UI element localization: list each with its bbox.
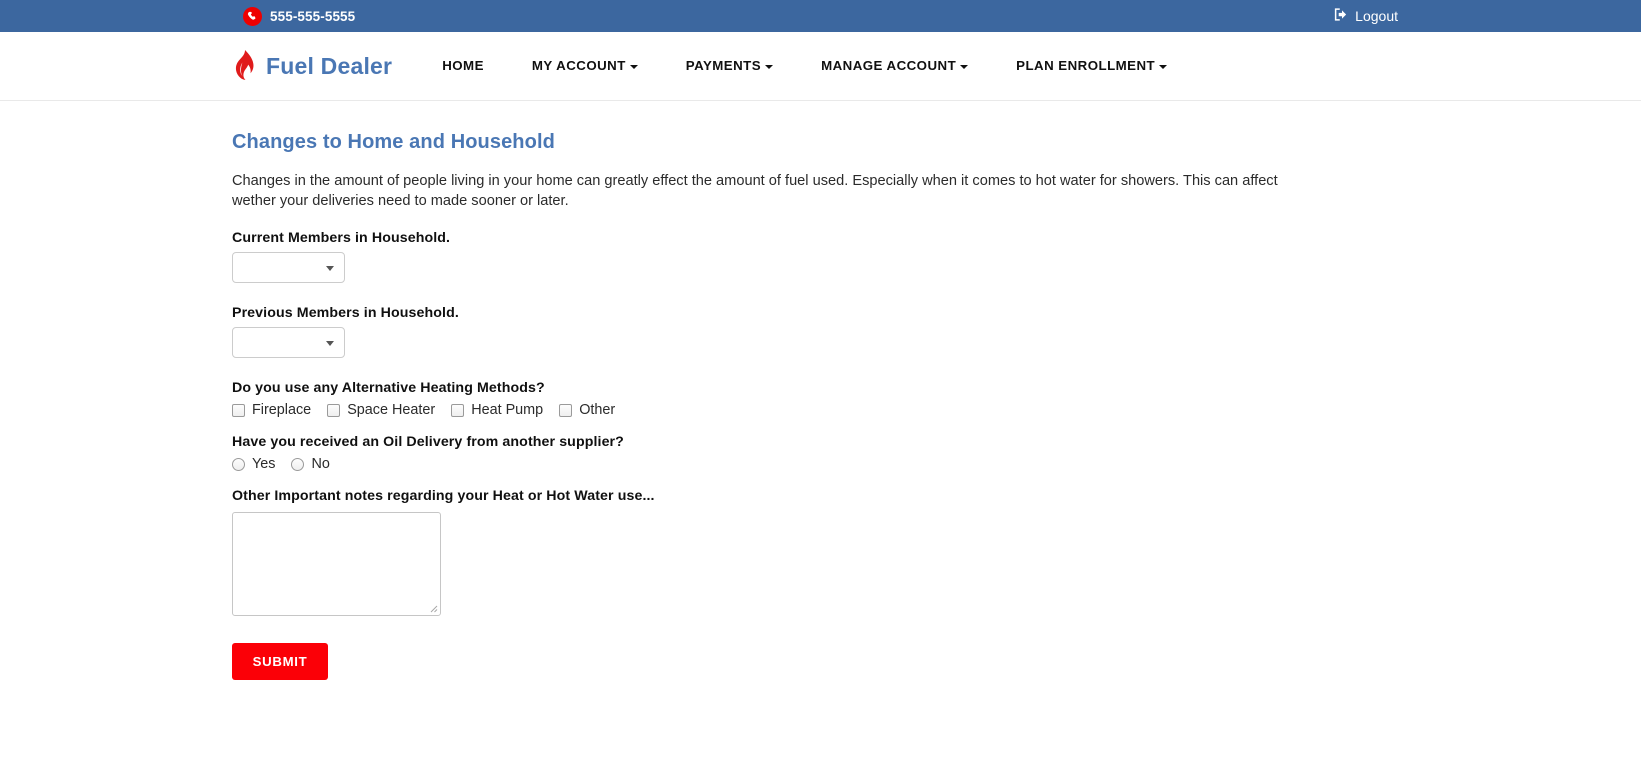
intro-paragraph: Changes in the amount of people living i… — [232, 173, 1278, 209]
phone-number: 555-555-5555 — [270, 8, 356, 24]
checkbox-label: Fireplace — [252, 402, 312, 418]
heating-methods-group: Fireplace Space Heater Heat Pump Other — [232, 402, 1641, 418]
logout-button[interactable]: Logout — [1333, 7, 1398, 25]
resize-handle-icon[interactable] — [426, 601, 438, 613]
radio-label: No — [311, 456, 330, 472]
checkbox-space-heater[interactable]: Space Heater — [327, 402, 435, 418]
main-content: Changes to Home and Household Changes in… — [0, 101, 1641, 680]
radio-label: Yes — [252, 456, 276, 472]
other-supplier-group: Yes No — [232, 456, 1641, 472]
current-members-label: Current Members in Household. — [232, 230, 451, 246]
nav-item-label: Payments — [685, 58, 762, 74]
nav-item-home[interactable]: Home — [418, 58, 508, 74]
main-navbar: Fuel Dealer Home My Account Payments Man… — [0, 32, 1641, 101]
nav-links: Home My Account Payments Manage Account … — [418, 58, 1191, 74]
heating-methods-label: Do you use any Alternative Heating Metho… — [232, 380, 545, 396]
radio-circle[interactable] — [232, 457, 245, 471]
radio-circle[interactable] — [291, 457, 305, 471]
chevron-down-icon — [326, 265, 334, 271]
nav-item-payments[interactable]: Payments — [662, 58, 797, 74]
chevron-down-icon — [960, 64, 969, 69]
chevron-down-icon — [629, 64, 638, 69]
current-members-select[interactable] — [232, 252, 345, 283]
logout-label: Logout — [1355, 8, 1398, 24]
checkbox-label: Space Heater — [347, 402, 436, 418]
chevron-down-icon — [326, 340, 334, 346]
other-supplier-label: Have you received an Oil Delivery from a… — [232, 434, 624, 450]
checkbox-heat-pump[interactable]: Heat Pump — [451, 402, 543, 418]
checkbox-label: Heat Pump — [471, 402, 544, 418]
notes-textarea[interactable] — [232, 512, 441, 616]
sign-out-icon — [1333, 7, 1348, 25]
nav-item-my-account[interactable]: My Account — [508, 58, 662, 74]
phone-icon — [243, 6, 262, 26]
nav-item-plan-enrollment[interactable]: Plan Enrollment — [992, 58, 1191, 74]
brand-logo[interactable]: Fuel Dealer — [232, 50, 392, 82]
nav-item-label: Home — [442, 58, 484, 74]
checkbox-label: Other — [579, 402, 616, 418]
phone-contact[interactable]: 555-555-5555 — [243, 6, 356, 26]
checkbox-fireplace[interactable]: Fireplace — [232, 402, 311, 418]
page-title: Changes to Home and Household — [232, 131, 555, 153]
radio-yes[interactable]: Yes — [232, 456, 275, 472]
notes-label: Other Important notes regarding your Hea… — [232, 488, 655, 504]
previous-members-select[interactable] — [232, 327, 345, 358]
checkbox-box[interactable] — [451, 403, 465, 417]
checkbox-box[interactable] — [327, 403, 341, 417]
chevron-down-icon — [765, 64, 774, 69]
checkbox-box[interactable] — [232, 403, 245, 417]
brand-name: Fuel Dealer — [266, 52, 393, 79]
flame-icon — [232, 50, 256, 82]
previous-members-label: Previous Members in Household. — [232, 305, 459, 321]
radio-no[interactable]: No — [291, 456, 330, 472]
checkbox-box[interactable] — [559, 403, 573, 417]
nav-item-label: Plan Enrollment — [1016, 58, 1156, 74]
top-utility-bar: 555-555-5555 Logout — [0, 0, 1641, 32]
checkbox-other[interactable]: Other — [559, 402, 615, 418]
chevron-down-icon — [1159, 64, 1168, 69]
submit-button[interactable]: Submit — [232, 643, 328, 680]
nav-item-manage-account[interactable]: Manage Account — [797, 58, 992, 74]
nav-item-label: Manage Account — [821, 58, 957, 74]
nav-item-label: My Account — [531, 58, 626, 74]
